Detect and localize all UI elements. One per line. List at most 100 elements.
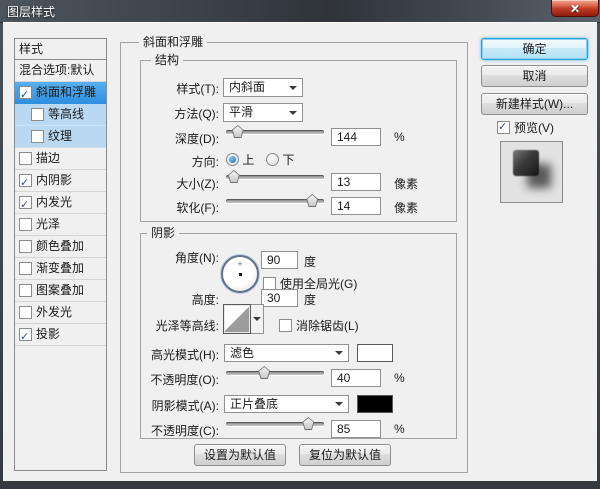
cancel-button[interactable]: 取消 (481, 65, 588, 87)
reset-default-button[interactable]: 复位为默认值 (299, 444, 391, 466)
anti-alias-checkbox[interactable] (279, 319, 292, 332)
shadow-mode-dropdown[interactable]: 正片叠底 (224, 395, 349, 413)
altitude-input[interactable]: 30 (261, 289, 298, 307)
style-list-item[interactable]: 图案叠加 (15, 280, 106, 302)
chevron-down-icon (335, 351, 343, 355)
window-title: 图层样式 (7, 5, 56, 19)
style-checkbox[interactable] (19, 173, 32, 194)
angle-dial[interactable]: + (221, 255, 259, 293)
style-label: 混合选项:默认 (19, 63, 95, 77)
gloss-contour-swatch[interactable] (223, 304, 251, 334)
style-label: 描边 (36, 151, 61, 165)
style-label: 外发光 (36, 305, 73, 319)
radio-icon[interactable] (226, 153, 239, 166)
style-label: 颜色叠加 (36, 239, 85, 253)
style-list-item[interactable]: 颜色叠加 (15, 236, 106, 258)
slider-thumb[interactable] (231, 125, 244, 138)
style-label: 斜面和浮雕 (36, 85, 97, 99)
style-list-item[interactable]: 光泽 (15, 214, 106, 236)
style-checkbox[interactable] (19, 152, 32, 165)
depth-input[interactable]: 144 (331, 128, 381, 146)
style-checkbox[interactable] (19, 240, 32, 253)
soften-input[interactable]: 14 (331, 197, 381, 215)
shadow-opacity-input[interactable]: 85 (331, 420, 381, 438)
style-checkbox[interactable] (19, 327, 32, 348)
anti-alias-option[interactable]: 消除锯齿(L) (279, 317, 359, 334)
shadow-color-swatch[interactable] (357, 395, 393, 413)
angle-unit: 度 (304, 255, 317, 269)
preview-checkbox[interactable] (497, 120, 510, 134)
soften-unit: 像素 (394, 201, 419, 215)
style-checkbox[interactable] (19, 218, 32, 231)
shadow-opacity-field-label: 不透明度(C): (151, 424, 219, 438)
radio-icon[interactable] (266, 153, 279, 166)
depth-unit: % (394, 130, 405, 144)
style-list-item[interactable]: 斜面和浮雕 (15, 82, 106, 106)
style-label: 内发光 (36, 195, 73, 209)
direction-field-label: 方向: (191, 155, 219, 169)
chevron-down-icon (289, 85, 297, 90)
highlight-mode-dropdown[interactable]: 滤色 (224, 344, 349, 362)
highlight-color-swatch[interactable] (357, 344, 393, 362)
technique-dropdown[interactable]: 平滑 (223, 103, 303, 122)
style-label: 渐变叠加 (36, 261, 85, 275)
slider-thumb[interactable] (306, 194, 319, 207)
style-list-item[interactable]: 渐变叠加 (15, 258, 106, 280)
style-checkbox[interactable] (19, 195, 32, 216)
close-button[interactable] (551, 0, 599, 17)
style-label: 图案叠加 (36, 283, 85, 297)
slider-thumb[interactable] (227, 170, 240, 183)
style-list-item[interactable]: 纹理 (15, 126, 106, 148)
style-list-item[interactable]: 混合选项:默认 (15, 60, 106, 82)
set-default-button[interactable]: 设置为默认值 (194, 444, 286, 466)
ok-button[interactable]: 确定 (481, 38, 588, 60)
shading-group: 阴影 角度(N): + 90 度 使用全局光(G) 高度: 30 度 光泽等高线… (140, 226, 457, 439)
bevel-style-dropdown[interactable]: 内斜面 (223, 78, 303, 97)
shadow-opacity-slider[interactable] (226, 416, 324, 431)
highlight-opacity-field-label: 不透明度(O): (150, 373, 219, 387)
style-checkbox[interactable] (19, 85, 32, 106)
slider-thumb[interactable] (258, 366, 271, 379)
size-slider[interactable] (226, 169, 324, 184)
angle-input[interactable]: 90 (261, 251, 298, 269)
angle-pointer-icon[interactable]: + (237, 260, 242, 269)
style-list-item[interactable]: 等高线 (15, 104, 106, 126)
structure-group: 结构 样式(T): 内斜面 方法(Q): 平滑 深度(D): 144 % 方向:… (140, 53, 457, 222)
style-list-item[interactable]: 描边 (15, 148, 106, 170)
style-list-item[interactable]: 内阴影 (15, 170, 106, 194)
style-field-label: 样式(T): (176, 82, 219, 96)
style-checkbox[interactable] (19, 284, 32, 297)
direction-down-radio[interactable]: 下 (266, 151, 294, 168)
dial-center-dot (239, 273, 242, 276)
style-list-item[interactable]: 内发光 (15, 192, 106, 216)
depth-slider[interactable] (226, 124, 324, 139)
style-preview-thumbnail (500, 141, 563, 203)
highlight-mode-value: 滤色 (230, 346, 255, 360)
technique-value: 平滑 (229, 105, 254, 119)
slider-thumb[interactable] (302, 417, 315, 430)
style-list-item[interactable]: 外发光 (15, 302, 106, 324)
style-checkbox[interactable] (31, 130, 44, 143)
gloss-contour-dropdown[interactable] (251, 304, 264, 334)
shadow-mode-value: 正片叠底 (230, 397, 279, 411)
size-input[interactable]: 13 (331, 173, 381, 191)
slider-track[interactable] (226, 175, 324, 179)
direction-up-radio[interactable]: 上 (226, 151, 254, 168)
highlight-opacity-input[interactable]: 40 (331, 369, 381, 387)
new-style-button[interactable]: 新建样式(W)... (481, 93, 588, 115)
soften-slider[interactable] (226, 193, 324, 208)
style-checkbox[interactable] (31, 108, 44, 121)
style-list-item[interactable]: 投影 (15, 324, 106, 348)
soften-field-label: 软化(F): (176, 201, 219, 215)
title-bar[interactable]: 图层样式 (0, 0, 600, 23)
preview-option[interactable]: 预览(V) (497, 119, 554, 136)
anti-alias-label: 消除锯齿(L) (296, 319, 359, 333)
style-checkbox[interactable] (19, 306, 32, 319)
highlight-opacity-slider[interactable] (226, 365, 324, 380)
shading-title: 阴影 (147, 226, 180, 240)
style-label: 等高线 (48, 107, 85, 121)
slider-track[interactable] (226, 371, 324, 375)
style-checkbox[interactable] (19, 262, 32, 275)
depth-field-label: 深度(D): (175, 132, 219, 146)
style-label: 内阴影 (36, 173, 73, 187)
